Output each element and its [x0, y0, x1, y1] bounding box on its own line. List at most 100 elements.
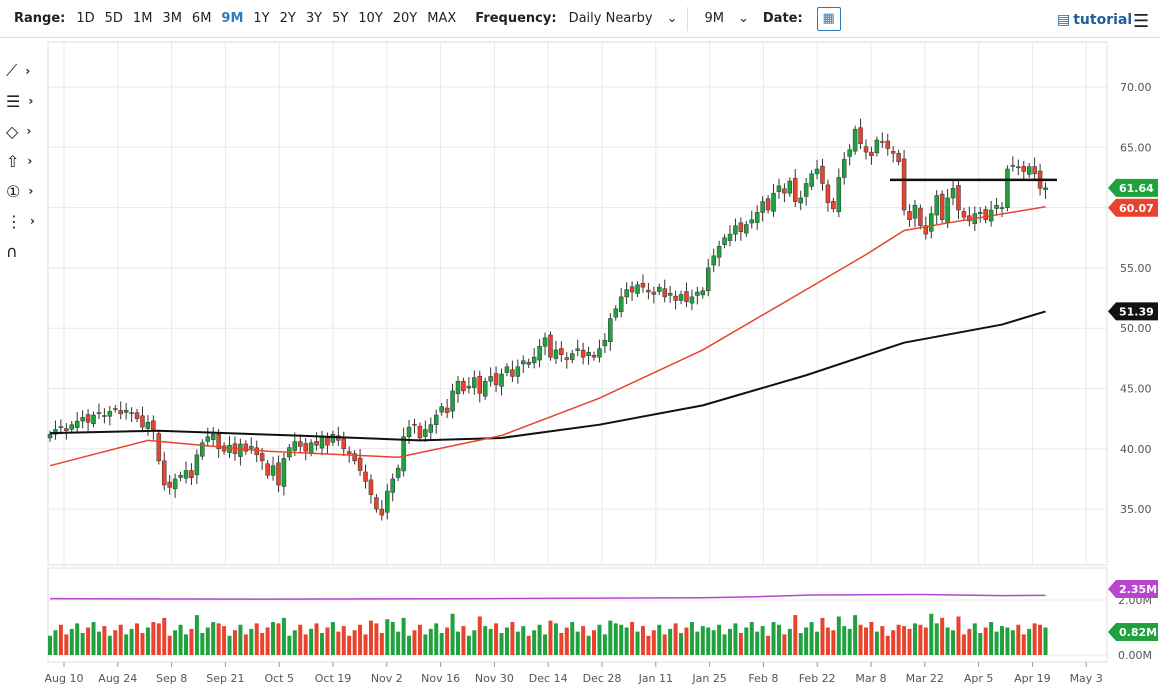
volume-bar: [58, 624, 63, 655]
candle: [444, 407, 450, 413]
volume-bar: [260, 633, 265, 655]
volume-bar: [918, 624, 923, 655]
range-3m[interactable]: 3M: [162, 11, 182, 26]
volume-bar: [178, 624, 183, 655]
candle: [923, 225, 929, 235]
volume-bar: [613, 623, 618, 655]
volume-bar: [124, 634, 129, 655]
number-tool[interactable]: ① ›: [6, 176, 46, 206]
range-1m[interactable]: 1M: [133, 11, 153, 26]
candle: [705, 267, 711, 292]
range-max[interactable]: MAX: [427, 11, 456, 26]
candle: [559, 348, 564, 355]
volume-bar: [864, 627, 868, 655]
frequency-dropdown[interactable]: Daily Nearby ⌄: [569, 11, 678, 26]
candle: [782, 188, 787, 194]
price-chart[interactable]: 70.00 65.00 60.00 55.00 50.00 45.00 40.00 35.00…: [0, 0, 1160, 695]
volume-bar: [722, 634, 727, 655]
candle: [874, 139, 880, 154]
candle: [406, 426, 412, 437]
candle: [564, 357, 570, 360]
range-20y[interactable]: 20Y: [393, 11, 417, 26]
volume-bar: [86, 627, 91, 655]
tutorial-link[interactable]: ▤ tutorial: [1057, 12, 1132, 28]
volume-bar: [276, 623, 281, 655]
volume-bar: [537, 624, 542, 655]
volume-bar: [1021, 634, 1026, 655]
candle: [553, 349, 559, 359]
volume-bar: [831, 630, 836, 655]
range-1d[interactable]: 1D: [76, 11, 94, 26]
candle: [591, 354, 597, 358]
volume-bar: [602, 634, 607, 655]
period-dropdown[interactable]: 9M ⌄: [704, 11, 748, 26]
shape-tool[interactable]: ◇ ›: [6, 116, 46, 146]
frequency-value: Daily Nearby: [568, 11, 653, 26]
volume-bar: [532, 630, 537, 655]
candle: [608, 318, 613, 342]
candle: [662, 288, 667, 298]
candle: [216, 434, 221, 450]
range-2y[interactable]: 2Y: [280, 11, 296, 26]
range-5d[interactable]: 5D: [105, 11, 123, 26]
x-tick-label: Jan 25: [691, 672, 726, 685]
range-9m[interactable]: 9M: [221, 11, 243, 26]
candle: [678, 294, 684, 301]
volume-tick-label: 0.00M: [1118, 649, 1152, 662]
range-1y[interactable]: 1Y: [253, 11, 269, 26]
candle: [977, 212, 983, 214]
candle: [102, 415, 107, 417]
volume-bar: [1032, 623, 1037, 655]
volume-bar: [776, 624, 781, 655]
volume-bar: [254, 623, 259, 655]
menu-icon[interactable]: ☰: [1133, 11, 1149, 32]
volume-bar: [401, 617, 406, 655]
volume-bar: [787, 628, 792, 655]
volume-bar: [646, 635, 651, 655]
candle: [836, 177, 842, 212]
range-3y[interactable]: 3Y: [306, 11, 322, 26]
candle: [113, 408, 118, 410]
volume-bar: [1043, 627, 1048, 655]
volume-bar: [630, 622, 635, 655]
volume-bar: [1038, 624, 1043, 655]
y-tick-label: 50.00: [1120, 322, 1152, 335]
volume-bar: [820, 617, 825, 655]
measure-tool[interactable]: ⋮ ›: [6, 206, 46, 236]
calendar-icon[interactable]: ▦: [816, 6, 841, 31]
volume-bar: [107, 635, 112, 655]
line-tool[interactable]: ⟋ ›: [6, 56, 46, 86]
arrow-tool[interactable]: ⇧ ›: [6, 146, 46, 176]
frequency-label: Frequency:: [475, 11, 557, 26]
candle: [961, 211, 967, 218]
candle: [401, 436, 406, 472]
candle: [330, 434, 336, 443]
volume-bar: [945, 627, 950, 655]
volume-bar: [494, 623, 499, 655]
candle: [640, 283, 646, 288]
range-6m[interactable]: 6M: [192, 11, 212, 26]
volume-bar: [717, 624, 722, 655]
magnet-tool[interactable]: ∩: [6, 236, 46, 266]
range-5y[interactable]: 5Y: [332, 11, 348, 26]
fibonacci-icon: ☰: [6, 91, 21, 111]
volume-bar: [287, 635, 292, 655]
candle: [972, 213, 978, 225]
volume-bar: [80, 633, 85, 655]
candle: [292, 441, 298, 451]
volume-bar: [281, 617, 286, 655]
candle: [189, 470, 194, 478]
candle: [967, 215, 972, 222]
x-tick-label: Apr 19: [1014, 672, 1051, 685]
candle: [869, 151, 874, 156]
volume-bar: [145, 627, 150, 655]
candle: [64, 428, 69, 431]
fib-tool[interactable]: ☰ ›: [6, 86, 46, 116]
candle: [118, 410, 123, 415]
volume-bar: [700, 626, 705, 655]
volume-bar: [853, 615, 858, 655]
range-10y[interactable]: 10Y: [358, 11, 382, 26]
candle: [145, 422, 151, 429]
candle: [798, 197, 803, 204]
candle: [74, 420, 80, 428]
